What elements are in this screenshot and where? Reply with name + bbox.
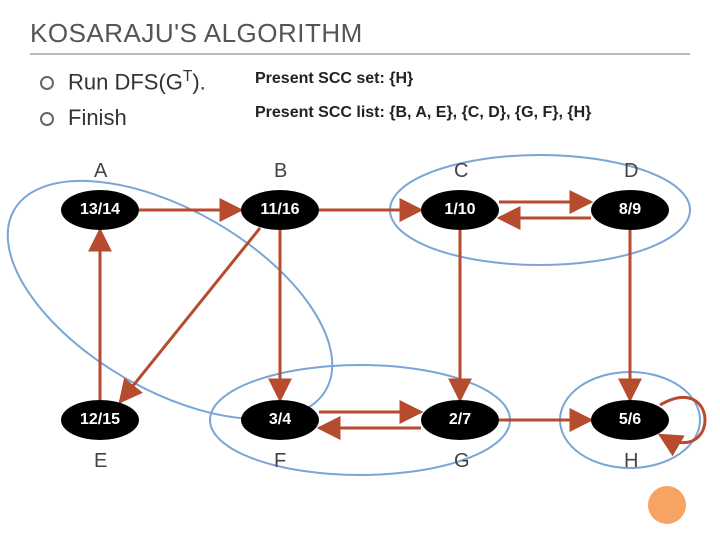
node-label-f: F	[274, 450, 286, 473]
node-g-value: 2/7	[449, 411, 471, 429]
bullet-text-1-sup: T	[183, 68, 192, 85]
bullet-text-1-pre: Run DFS(G	[68, 69, 183, 94]
page-title: KOSARAJU'S ALGORITHM	[30, 18, 690, 55]
node-d: 8/9	[591, 190, 669, 230]
node-e-value: 12/15	[80, 411, 120, 429]
node-h: 5/6	[591, 400, 669, 440]
bullet-item-1: Run DFS(GT).	[40, 68, 206, 95]
decor-corner-dot	[648, 486, 686, 524]
bullet-list: Run DFS(GT). Finish	[40, 68, 206, 141]
node-c: 1/10	[421, 190, 499, 230]
node-g: 2/7	[421, 400, 499, 440]
graph-diagram: 13/14 11/16 1/10 8/9 12/15 3/4 2/7 5/6 A…	[20, 140, 700, 520]
node-c-value: 1/10	[444, 201, 475, 219]
bullet-item-2: Finish	[40, 105, 206, 131]
node-f: 3/4	[241, 400, 319, 440]
bullet-icon	[40, 112, 54, 126]
node-a-value: 13/14	[80, 201, 120, 219]
node-a: 13/14	[61, 190, 139, 230]
scc-set-label: Present SCC set: {H}	[255, 70, 413, 88]
bullet-text-2: Finish	[68, 105, 127, 131]
node-label-d: D	[624, 160, 638, 183]
node-label-e: E	[94, 450, 107, 473]
node-label-h: H	[624, 450, 638, 473]
node-f-value: 3/4	[269, 411, 291, 429]
node-e: 12/15	[61, 400, 139, 440]
bullet-text-1-post: ).	[192, 69, 205, 94]
node-b: 11/16	[241, 190, 319, 230]
node-label-b: B	[274, 160, 287, 183]
node-label-c: C	[454, 160, 468, 183]
node-label-a: A	[94, 160, 107, 183]
node-d-value: 8/9	[619, 201, 641, 219]
node-h-value: 5/6	[619, 411, 641, 429]
edge-b-e	[120, 228, 260, 402]
node-label-g: G	[454, 450, 470, 473]
bullet-icon	[40, 76, 54, 90]
bullet-text-1: Run DFS(GT).	[68, 68, 206, 95]
scc-list-label: Present SCC list: {B, A, E}, {C, D}, {G,…	[255, 104, 591, 122]
node-b-value: 11/16	[260, 201, 299, 219]
